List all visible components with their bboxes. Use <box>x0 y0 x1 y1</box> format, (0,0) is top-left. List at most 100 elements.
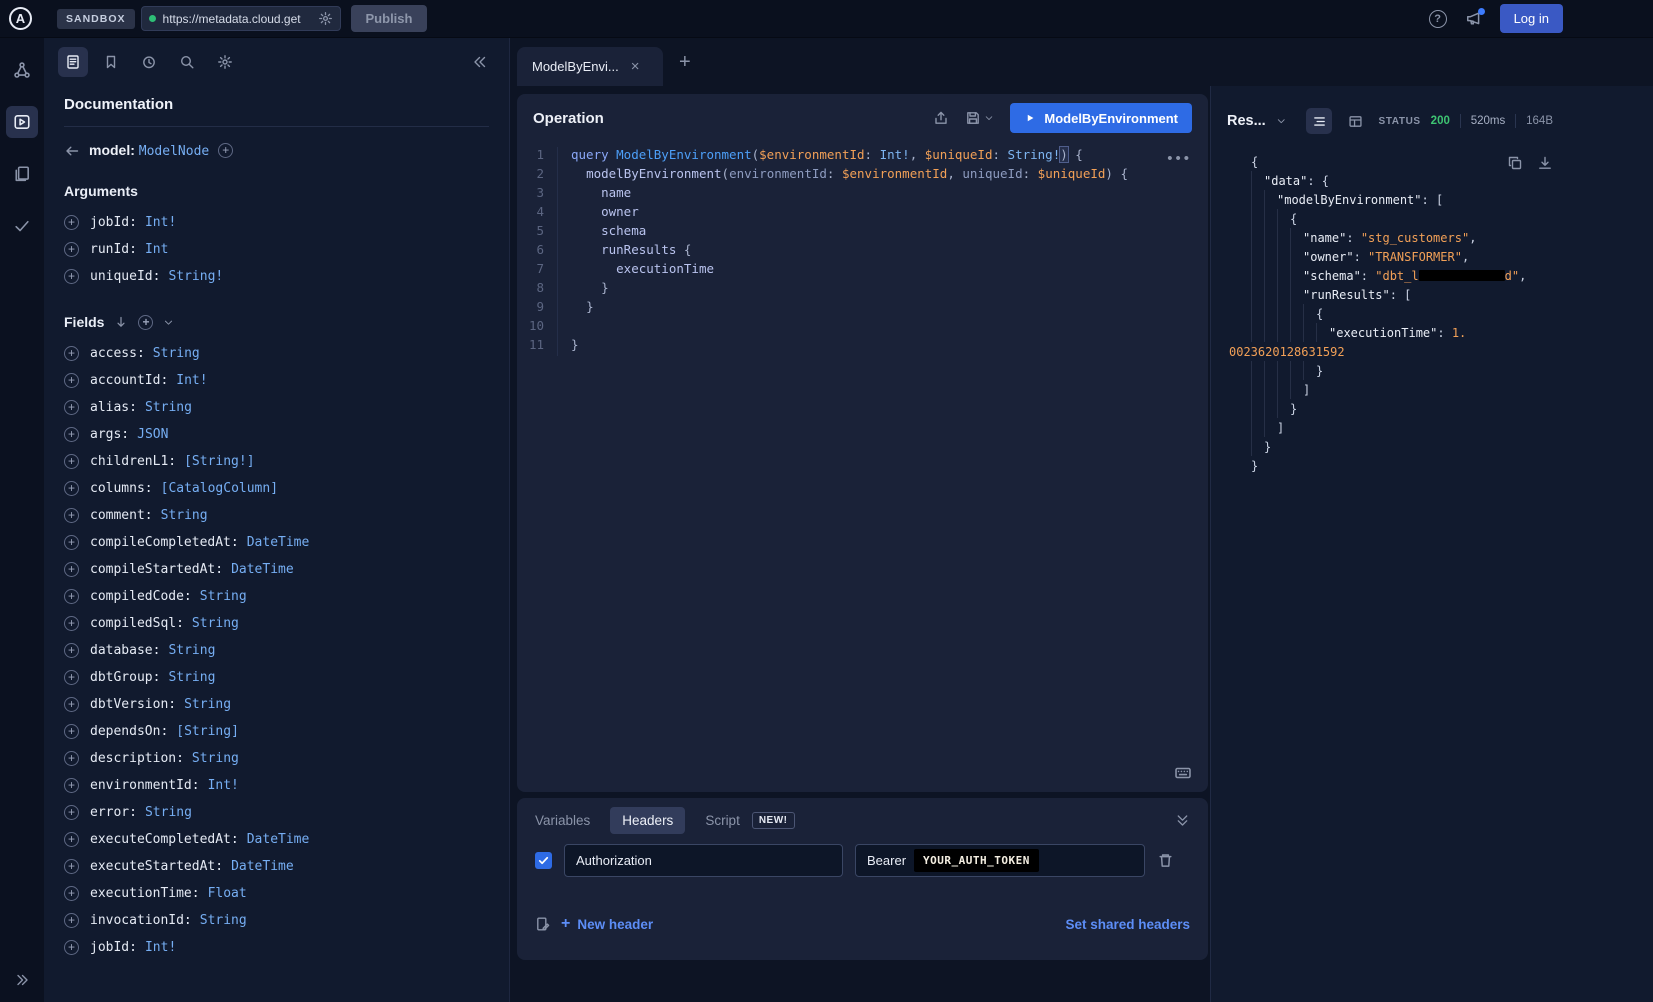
query-editor[interactable]: 1query ModelByEnvironment($environmentId… <box>517 142 1208 792</box>
header-enabled-checkbox[interactable] <box>535 852 552 869</box>
add-field-icon[interactable]: + <box>64 346 79 361</box>
close-tab-icon[interactable]: × <box>631 58 640 75</box>
code-line-8[interactable]: 8 } <box>517 280 1208 299</box>
rail-item-readme[interactable] <box>6 158 38 190</box>
doc-field-executeCompletedAt[interactable]: +executeCompletedAt:DateTime <box>64 826 489 853</box>
doc-field-dbtGroup[interactable]: +dbtGroup:String <box>64 664 489 691</box>
code-line-10[interactable]: 10 <box>517 318 1208 337</box>
rail-item-schema[interactable] <box>6 54 38 86</box>
field-type[interactable]: String <box>168 643 215 658</box>
docs-tab-settings[interactable] <box>210 47 240 77</box>
add-field-icon[interactable]: + <box>64 859 79 874</box>
code-line-3[interactable]: 3 name <box>517 185 1208 204</box>
field-type[interactable]: String <box>168 670 215 685</box>
set-shared-headers-link[interactable]: Set shared headers <box>1065 917 1190 932</box>
announcements-icon[interactable] <box>1465 10 1482 27</box>
add-field-icon[interactable]: + <box>64 242 79 257</box>
add-field-icon[interactable]: + <box>64 886 79 901</box>
field-type[interactable]: [String] <box>176 724 239 739</box>
expand-rail-button[interactable] <box>14 972 30 988</box>
edit-file-icon[interactable] <box>535 916 551 932</box>
doc-field-executeStartedAt[interactable]: +executeStartedAt:DateTime <box>64 853 489 880</box>
code-line-2[interactable]: 2 modelByEnvironment(environmentId: $env… <box>517 166 1208 185</box>
field-type[interactable]: DateTime <box>247 832 310 847</box>
field-type[interactable]: String <box>161 508 208 523</box>
docs-tab-search[interactable] <box>172 47 202 77</box>
add-field-icon[interactable]: + <box>64 508 79 523</box>
add-field-icon[interactable]: + <box>64 751 79 766</box>
add-field-icon[interactable]: + <box>64 670 79 685</box>
doc-field-compiledCode[interactable]: +compiledCode:String <box>64 583 489 610</box>
doc-field-jobId[interactable]: +jobId:Int! <box>64 934 489 961</box>
add-fields-icon[interactable]: + <box>138 315 153 330</box>
save-chevron-icon[interactable] <box>984 113 994 123</box>
add-field-icon[interactable]: + <box>64 269 79 284</box>
fields-chevron-down-icon[interactable] <box>163 317 174 328</box>
add-field-icon[interactable]: + <box>64 215 79 230</box>
save-icon[interactable] <box>965 110 981 126</box>
editor-menu-icon[interactable]: ••• <box>1167 150 1192 167</box>
doc-field-database[interactable]: +database:String <box>64 637 489 664</box>
add-field-icon[interactable]: + <box>64 697 79 712</box>
field-type[interactable]: Int! <box>208 778 239 793</box>
add-field-icon[interactable]: + <box>64 778 79 793</box>
tab-variables[interactable]: Variables <box>535 813 590 828</box>
field-type[interactable]: JSON <box>137 427 168 442</box>
doc-field-executionTime[interactable]: +executionTime:Float <box>64 880 489 907</box>
field-type[interactable]: Float <box>208 886 247 901</box>
add-field-icon[interactable]: + <box>64 481 79 496</box>
collapse-docs-button[interactable] <box>465 47 495 77</box>
add-field-icon[interactable]: + <box>64 589 79 604</box>
field-type[interactable]: String <box>192 616 239 631</box>
field-type[interactable]: [String!] <box>184 454 254 469</box>
publish-button[interactable]: Publish <box>351 5 428 32</box>
doc-field-childrenL1[interactable]: +childrenL1:[String!] <box>64 448 489 475</box>
help-icon[interactable]: ? <box>1429 10 1447 28</box>
add-field-icon[interactable]: + <box>64 454 79 469</box>
tab-headers[interactable]: Headers <box>610 807 685 834</box>
field-type[interactable]: DateTime <box>231 859 294 874</box>
add-field-icon[interactable]: + <box>64 805 79 820</box>
share-icon[interactable] <box>933 110 949 126</box>
field-type[interactable]: String <box>200 913 247 928</box>
field-type[interactable]: String <box>192 751 239 766</box>
field-type[interactable]: String <box>145 805 192 820</box>
doc-field-compiledSql[interactable]: +compiledSql:String <box>64 610 489 637</box>
doc-type-link[interactable]: ModelNode <box>139 144 209 159</box>
docs-tab-documentation[interactable] <box>58 47 88 77</box>
code-line-11[interactable]: 11} <box>517 337 1208 356</box>
code-line-5[interactable]: 5 schema <box>517 223 1208 242</box>
operation-tab[interactable]: ModelByEnvi... × <box>517 47 663 86</box>
endpoint-settings-icon[interactable] <box>318 11 333 26</box>
doc-field-environmentId[interactable]: +environmentId:Int! <box>64 772 489 799</box>
field-type[interactable]: Int <box>145 242 168 257</box>
add-field-icon[interactable]: + <box>64 724 79 739</box>
add-field-icon[interactable]: + <box>64 616 79 631</box>
doc-field-accountId[interactable]: +accountId:Int! <box>64 367 489 394</box>
doc-field-error[interactable]: +error:String <box>64 799 489 826</box>
copy-icon[interactable] <box>1507 155 1523 171</box>
doc-field-runId[interactable]: +runId:Int <box>64 236 489 263</box>
new-tab-icon[interactable]: + <box>679 52 691 72</box>
add-field-icon[interactable]: + <box>64 643 79 658</box>
endpoint-input[interactable]: https://metadata.cloud.get <box>141 6 341 31</box>
rail-item-checklist[interactable] <box>6 210 38 242</box>
doc-field-dependsOn[interactable]: +dependsOn:[String] <box>64 718 489 745</box>
new-header-button[interactable]: + New header <box>561 915 653 933</box>
doc-field-compileCompletedAt[interactable]: +compileCompletedAt:DateTime <box>64 529 489 556</box>
field-type[interactable]: String! <box>168 269 223 284</box>
add-field-icon[interactable]: + <box>64 562 79 577</box>
code-line-4[interactable]: 4 owner <box>517 204 1208 223</box>
field-type[interactable]: DateTime <box>247 535 310 550</box>
add-field-icon[interactable]: + <box>64 535 79 550</box>
code-line-6[interactable]: 6 runResults { <box>517 242 1208 261</box>
auth-token-chip[interactable]: YOUR_AUTH_TOKEN <box>914 849 1039 872</box>
add-field-icon[interactable]: + <box>64 400 79 415</box>
header-key-input[interactable]: Authorization <box>564 844 843 877</box>
doc-field-description[interactable]: +description:String <box>64 745 489 772</box>
back-arrow-icon[interactable] <box>64 143 80 159</box>
field-type[interactable]: Int! <box>176 373 207 388</box>
doc-field-dbtVersion[interactable]: +dbtVersion:String <box>64 691 489 718</box>
add-field-icon[interactable]: + <box>64 373 79 388</box>
docs-tab-history[interactable] <box>134 47 164 77</box>
